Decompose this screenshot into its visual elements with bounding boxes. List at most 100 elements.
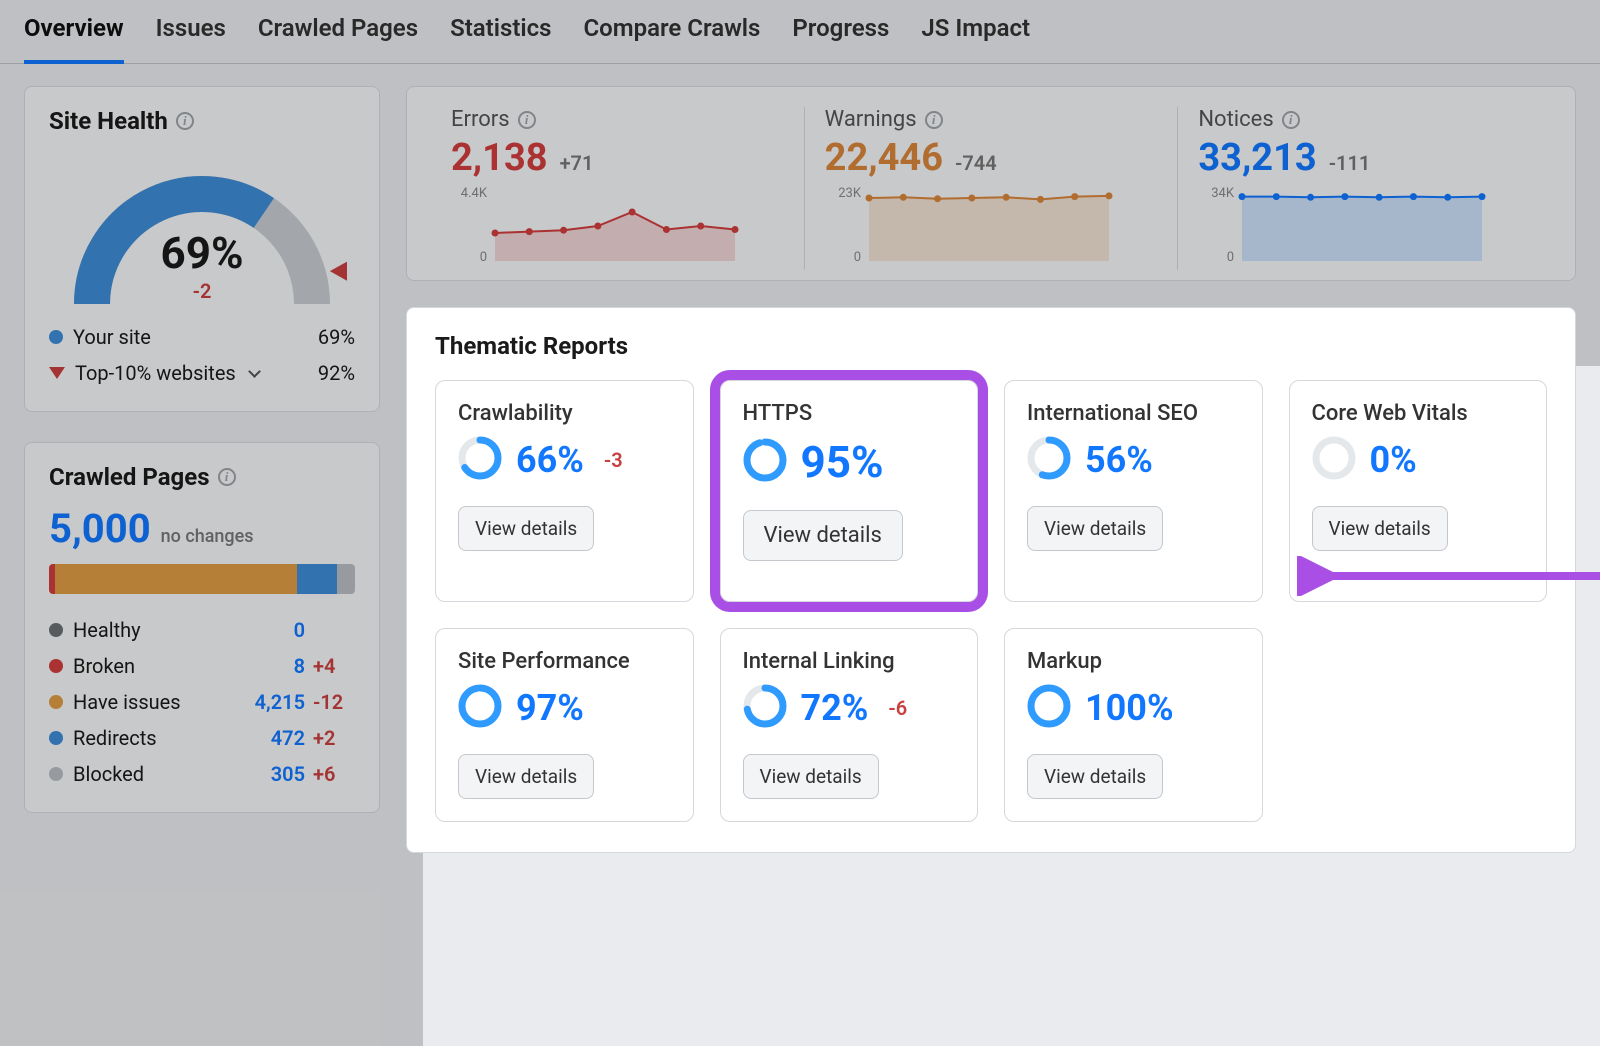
info-icon[interactable]: i (218, 468, 236, 486)
info-icon[interactable]: i (1282, 111, 1300, 129)
bar-segment-redirects (297, 564, 337, 594)
crawled-row-healthy[interactable]: Healthy 0– (49, 612, 355, 648)
legend-your-site-value: 69% (318, 325, 355, 349)
sparkline-warnings: 23K0 (825, 186, 1115, 266)
crawled-row-blocked[interactable]: Blocked305+6 (49, 756, 355, 792)
view-details-button[interactable]: View details (458, 506, 594, 551)
view-details-button[interactable]: View details (743, 510, 903, 561)
crawled-row-label: Redirects (73, 726, 157, 750)
legend-top10-label[interactable]: Top-10% websites (75, 361, 236, 385)
crawled-row-label: Healthy (73, 618, 141, 642)
crawled-row-broken[interactable]: Broken 8+4 (49, 648, 355, 684)
view-details-button[interactable]: View details (743, 754, 879, 799)
report-pct: 66% (516, 439, 584, 481)
chevron-down-icon[interactable] (248, 365, 261, 378)
donut-icon (743, 684, 787, 732)
report-title: HTTPS (743, 401, 956, 426)
crawled-row-redirects[interactable]: Redirects 472+2 (49, 720, 355, 756)
info-icon[interactable]: i (925, 111, 943, 129)
view-details-button[interactable]: View details (1027, 754, 1163, 799)
report-pct: 97% (516, 687, 584, 729)
svg-text:0: 0 (480, 250, 487, 265)
sparkline-errors: 4.4K0 (451, 186, 741, 266)
report-markup: Markup100%View details (1004, 628, 1263, 822)
status-delta: -111 (1329, 151, 1371, 175)
crawled-row-value: 472 (225, 726, 305, 750)
crawled-row-delta: – (305, 618, 355, 642)
status-delta: -744 (955, 151, 997, 175)
view-details-button[interactable]: View details (458, 754, 594, 799)
tab-issues[interactable]: Issues (156, 14, 226, 63)
report-title: International SEO (1027, 401, 1240, 426)
bar-segment-blocked (337, 564, 355, 594)
tab-crawled-pages[interactable]: Crawled Pages (258, 14, 418, 63)
site-health-gauge: 69% -2 (57, 149, 347, 319)
tab-overview[interactable]: Overview (24, 14, 124, 64)
tab-bar: Overview Issues Crawled Pages Statistics Com… (0, 0, 1600, 64)
status-title: Notices (1198, 107, 1273, 132)
tab-progress[interactable]: Progress (792, 14, 889, 63)
site-health-card: Site Health i 69% -2 Your site 69% (24, 86, 380, 412)
crawled-row-have-issues[interactable]: Have issues 4,215-12 (49, 684, 355, 720)
report-internal-linking: Internal Linking72%-6View details (720, 628, 979, 822)
dot-icon (49, 623, 63, 637)
report-title: Crawlability (458, 401, 671, 426)
report-pct: 0% (1370, 439, 1417, 481)
status-warnings[interactable]: Warnings i 22,446 -744 23K0 (804, 107, 1178, 270)
status-value: 2,138 (451, 136, 548, 180)
report-pct: 100% (1085, 687, 1174, 729)
sparkline-notices: 34K0 (1198, 186, 1488, 266)
status-errors[interactable]: Errorsi 2,138 +71 4.4K0 (431, 107, 804, 270)
crawled-row-value: 8 (225, 654, 305, 678)
dot-icon (49, 695, 63, 709)
thematic-title: Thematic Reports (435, 332, 1547, 360)
status-value: 33,213 (1198, 136, 1316, 180)
view-details-button[interactable]: View details (1027, 506, 1163, 551)
dot-icon (49, 731, 63, 745)
info-icon[interactable]: i (176, 112, 194, 130)
legend-top10-value: 92% (318, 361, 355, 385)
report-site-performance: Site Performance 97% View details (435, 628, 694, 822)
status-strip: Errorsi2,138+714.4K0Warningsi22,446-7442… (406, 86, 1576, 281)
donut-icon (1027, 684, 1071, 732)
tab-compare-crawls[interactable]: Compare Crawls (583, 14, 760, 63)
crawled-pages-total[interactable]: 5,000 (49, 505, 151, 552)
tab-js-impact[interactable]: JS Impact (921, 14, 1030, 63)
site-health-score: 69% (160, 227, 243, 279)
report-international-seo: International SEO56%View details (1004, 380, 1263, 602)
status-notices[interactable]: Notices i 33,213 -111 34K0 (1177, 107, 1551, 270)
status-delta: +71 (560, 151, 594, 175)
thematic-reports-panel: Thematic Reports Crawlability66%-3View d… (406, 307, 1576, 853)
site-health-title: Site Health (49, 107, 168, 135)
crawled-pages-subtitle: no changes (161, 526, 254, 547)
crawled-row-delta: +6 (305, 762, 355, 786)
crawled-row-label: Broken (73, 654, 135, 678)
dot-icon (49, 330, 63, 344)
triangle-down-icon (49, 367, 65, 379)
dot-icon (49, 659, 63, 673)
tab-statistics[interactable]: Statistics (450, 14, 551, 63)
svg-text:23K: 23K (838, 186, 862, 201)
report-title: Site Performance (458, 649, 671, 674)
legend-your-site-label: Your site (73, 325, 151, 349)
report-delta: -6 (888, 696, 907, 720)
donut-icon (743, 438, 787, 486)
crawled-row-value: 0 (225, 618, 305, 642)
crawled-row-delta: +2 (305, 726, 355, 750)
crawled-row-value: 4,215 (225, 690, 305, 714)
crawled-pages-bar (49, 564, 355, 594)
crawled-row-label: Have issues (73, 690, 181, 714)
crawled-row-delta: +4 (305, 654, 355, 678)
crawled-row-delta: -12 (305, 690, 355, 714)
report-pct: 72% (801, 687, 869, 729)
status-title: Errors (451, 107, 510, 132)
status-title: Warnings (825, 107, 917, 132)
report-core-web-vitals: Core Web Vitals 0% View details (1289, 380, 1548, 602)
report-title: Core Web Vitals (1312, 401, 1525, 426)
view-details-button[interactable]: View details (1312, 506, 1448, 551)
crawled-row-value: 305 (225, 762, 305, 786)
info-icon[interactable]: i (518, 111, 536, 129)
dot-icon (49, 767, 63, 781)
status-value: 22,446 (825, 136, 943, 180)
svg-text:34K: 34K (1212, 186, 1236, 201)
